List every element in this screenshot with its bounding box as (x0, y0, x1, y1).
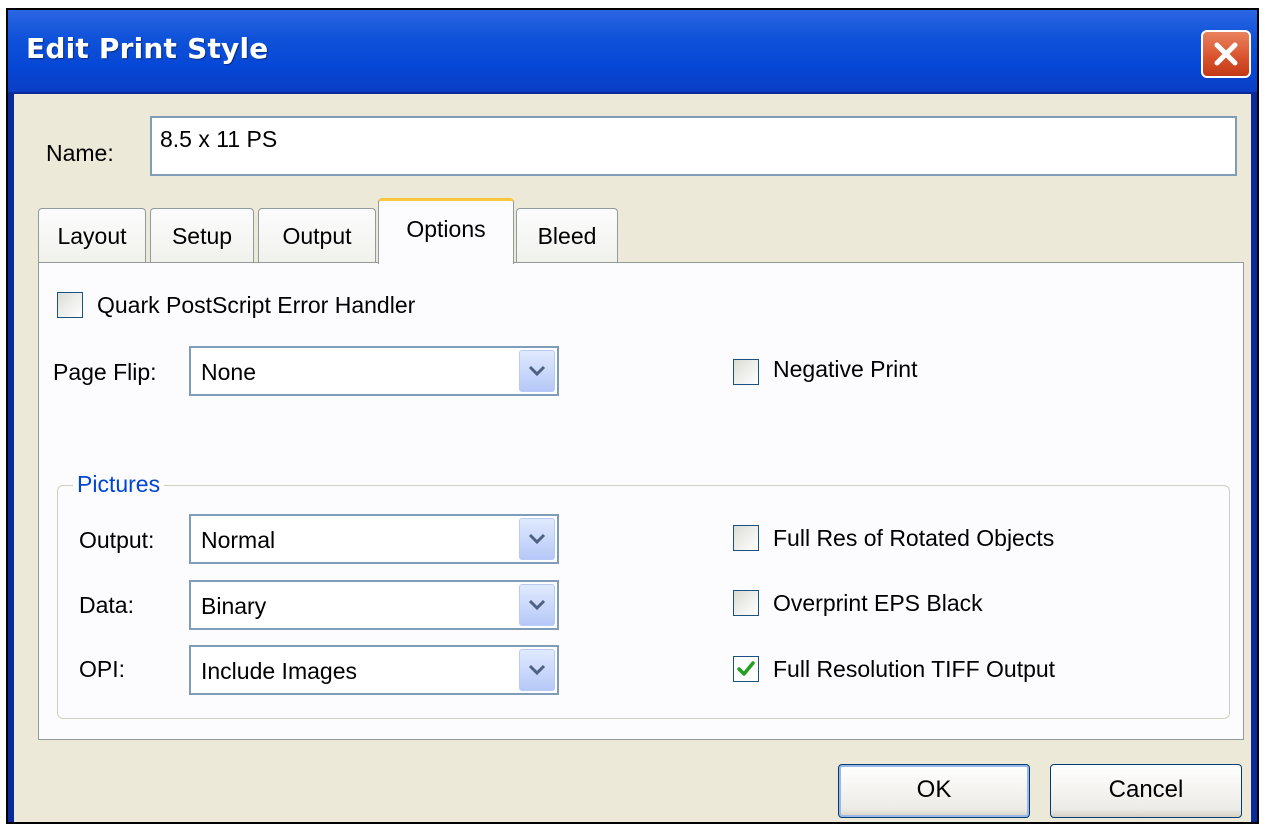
full-res-rotated-checkbox[interactable] (733, 525, 759, 551)
picture-data-select[interactable]: Binary (189, 580, 559, 630)
negative-print-label: Negative Print (773, 356, 918, 382)
output-label: Output: (79, 527, 155, 553)
tab-options[interactable]: Options (378, 198, 514, 264)
name-label: Name: (46, 140, 114, 166)
overprint-eps-label: Overprint EPS Black (773, 590, 983, 616)
error-handler-checkbox[interactable] (57, 292, 83, 318)
chevron-down-icon[interactable] (519, 649, 555, 691)
data-label: Data: (79, 592, 134, 618)
opi-label: OPI: (79, 656, 126, 682)
picture-opi-value: Include Images (201, 658, 357, 684)
page-flip-select[interactable]: None (189, 346, 559, 396)
full-res-rotated-label: Full Res of Rotated Objects (773, 525, 1055, 551)
negative-print-checkbox[interactable] (733, 359, 759, 385)
close-button[interactable] (1201, 30, 1251, 78)
full-res-tiff-label: Full Resolution TIFF Output (773, 656, 1056, 682)
check-icon (737, 661, 755, 676)
picture-data-value: Binary (201, 593, 267, 619)
tab-setup[interactable]: Setup (150, 208, 254, 262)
page-flip-value: None (201, 359, 256, 385)
full-res-tiff-checkbox[interactable] (733, 656, 759, 682)
tab-output[interactable]: Output (258, 208, 376, 262)
chevron-down-icon[interactable] (519, 584, 555, 626)
tab-bleed[interactable]: Bleed (516, 208, 618, 262)
error-handler-label: Quark PostScript Error Handler (97, 292, 416, 318)
picture-output-select[interactable]: Normal (189, 514, 559, 564)
close-icon (1214, 42, 1238, 66)
picture-opi-select[interactable]: Include Images (189, 645, 559, 695)
window-title: Edit Print Style (26, 32, 269, 65)
overprint-eps-checkbox[interactable] (733, 590, 759, 616)
page-flip-label: Page Flip: (53, 359, 157, 385)
chevron-down-icon[interactable] (519, 518, 555, 560)
chevron-down-icon[interactable] (519, 350, 555, 392)
edit-print-style-dialog: Edit Print Style Name: 8.5 x 11 PS Layou… (6, 8, 1259, 824)
title-bar[interactable]: Edit Print Style (8, 10, 1257, 92)
tab-layout[interactable]: Layout (38, 208, 146, 262)
pictures-group-label: Pictures (73, 471, 165, 498)
ok-button[interactable]: OK (838, 764, 1030, 818)
cancel-button[interactable]: Cancel (1050, 764, 1242, 818)
name-field[interactable]: 8.5 x 11 PS (150, 116, 1237, 176)
options-panel: Quark PostScript Error Handler Page Flip… (38, 262, 1244, 740)
dialog-body: Name: 8.5 x 11 PS Layout Setup Output Op… (14, 94, 1251, 822)
picture-output-value: Normal (201, 527, 276, 553)
